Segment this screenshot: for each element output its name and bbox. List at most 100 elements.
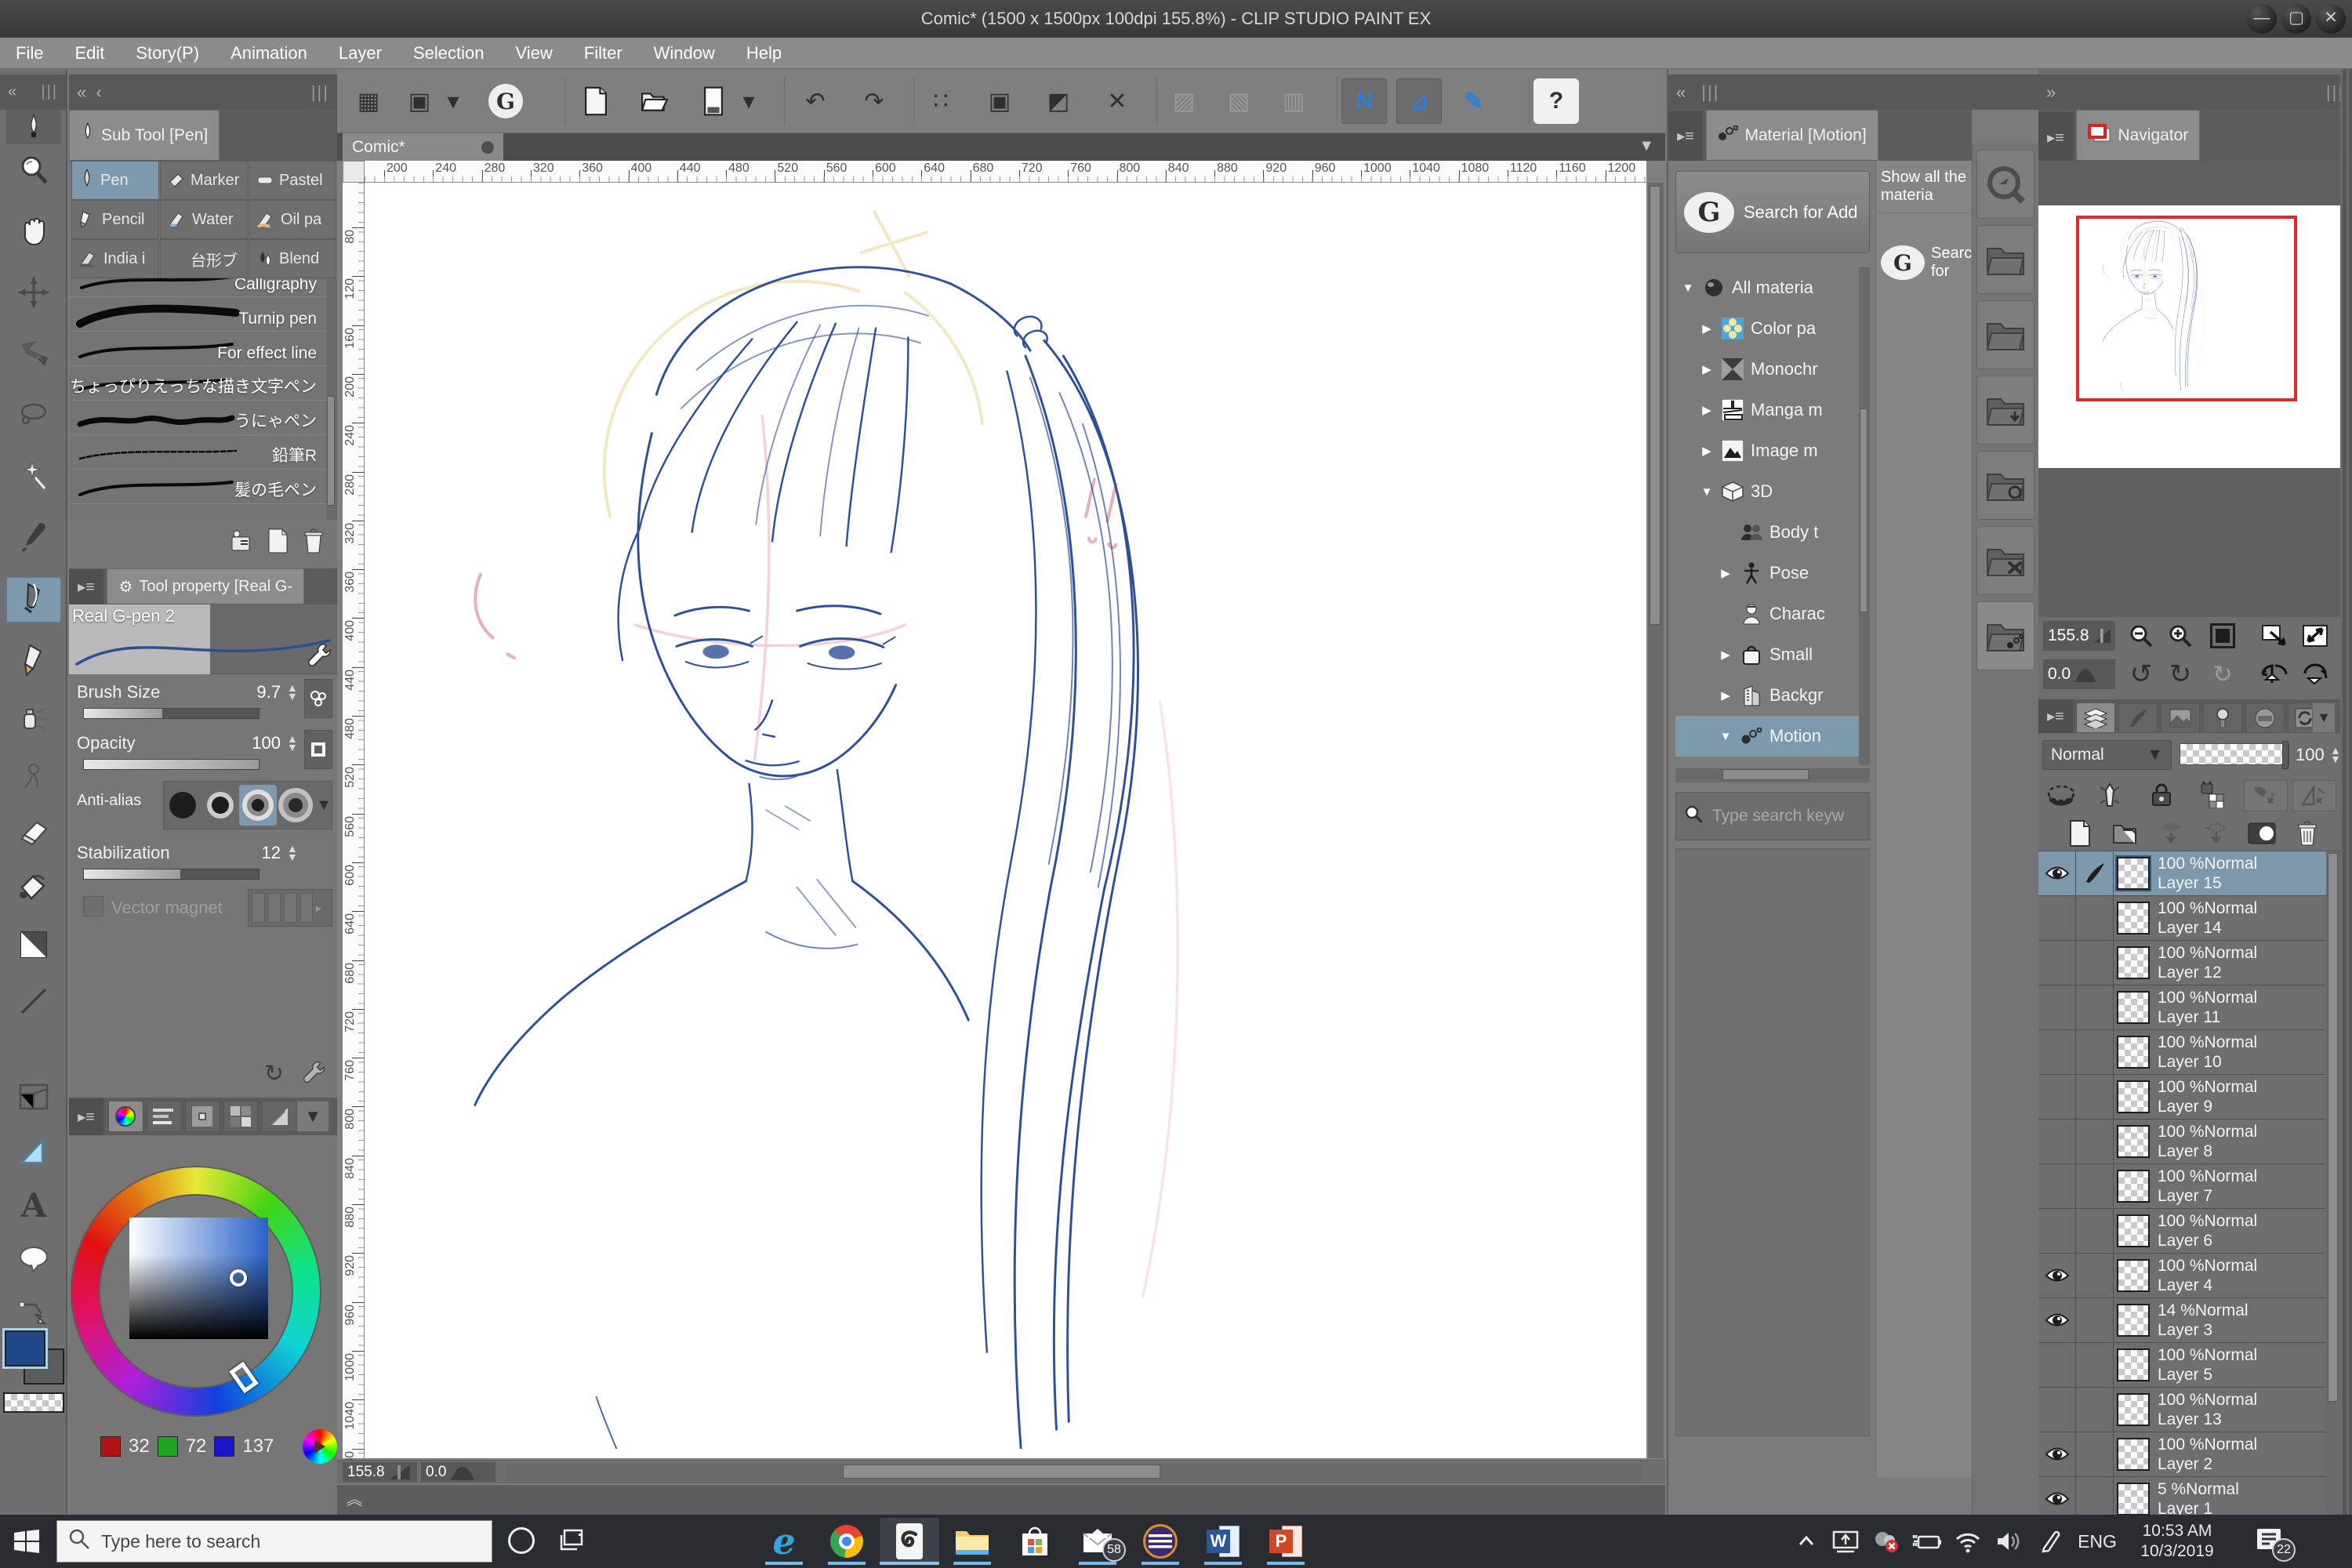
- brush-size-stepper[interactable]: ▲▼: [287, 684, 298, 701]
- material-list-item[interactable]: Show all the materia: [1876, 161, 1972, 213]
- new-subtool-icon[interactable]: [267, 528, 289, 557]
- chevron-right-icon[interactable]: ▶: [1718, 566, 1733, 580]
- layer-visibility-cell[interactable]: [2038, 1120, 2076, 1163]
- rotate-right-button[interactable]: ↻: [2162, 658, 2198, 691]
- material-tree-item[interactable]: Charac: [1675, 593, 1870, 634]
- stabilization-slider[interactable]: [83, 869, 260, 880]
- layer-visibility-cell[interactable]: [2038, 896, 2076, 940]
- folder-download-icon[interactable]: [1976, 376, 2034, 445]
- material-list-item[interactable]: G Search for: [1876, 213, 1972, 312]
- material-panel-menu[interactable]: ▸≡: [1668, 111, 1703, 161]
- open-clip-studio-icon[interactable]: G: [483, 78, 528, 124]
- undo-icon[interactable]: ↶: [793, 78, 838, 124]
- fit-to-navigator-button[interactable]: [2256, 619, 2292, 652]
- new-layer-folder-icon[interactable]: [2107, 817, 2143, 850]
- balloon-tool[interactable]: [6, 1237, 61, 1283]
- material-tree-item[interactable]: ▶Small: [1675, 634, 1870, 675]
- layer-thumbnail[interactable]: [2117, 1170, 2150, 1203]
- transparent-color-swatch[interactable]: [3, 1392, 64, 1413]
- panel-resize-gutter[interactable]: [2340, 69, 2352, 1515]
- tab-animation-cels[interactable]: [2161, 702, 2200, 733]
- vector-magnet-checkbox[interactable]: [83, 896, 103, 916]
- material-tree-item[interactable]: ▼All materia: [1675, 267, 1870, 308]
- flip-horizontal-button[interactable]: [2256, 658, 2292, 691]
- material-tree-item[interactable]: ▶Image m: [1675, 430, 1870, 471]
- maximize-button[interactable]: ▢: [2281, 4, 2311, 34]
- layer-visibility-cell[interactable]: [2038, 1164, 2076, 1208]
- gradient-tool[interactable]: [6, 922, 61, 967]
- brush-size-slider[interactable]: [83, 708, 260, 719]
- material-tree-item[interactable]: ▶Backgr: [1675, 675, 1870, 716]
- layer-visibility-cell[interactable]: [2038, 1432, 2076, 1476]
- tool-property-panel-menu[interactable]: ▸≡: [69, 569, 103, 604]
- layer-thumbnail[interactable]: [2117, 1259, 2150, 1292]
- subtool-category-2[interactable]: Marker: [160, 161, 248, 200]
- taskbar-app-csp[interactable]: [880, 1518, 939, 1565]
- brush-size-source-icon[interactable]: [304, 679, 332, 718]
- pen-item[interactable]: Calligraphy: [69, 278, 337, 297]
- airbrush-tool[interactable]: [6, 696, 61, 742]
- aa-weak[interactable]: [201, 785, 239, 826]
- layer-row[interactable]: 100 %NormalLayer 4: [2038, 1254, 2340, 1298]
- decoration-tool[interactable]: [6, 753, 61, 798]
- stabilization-stepper[interactable]: ▲▼: [287, 844, 298, 862]
- tool-palette-header[interactable]: «|||: [0, 74, 66, 110]
- color-panel-menu[interactable]: ▸≡: [69, 1098, 103, 1135]
- layer-visibility-cell[interactable]: [2038, 1298, 2076, 1342]
- tab-navigator[interactable]: Navigator: [2076, 110, 2200, 160]
- snap-special-ruler-icon[interactable]: ⊿: [1396, 78, 1442, 124]
- taskbar-search[interactable]: Type here to search: [56, 1520, 492, 1563]
- fit-to-screen-button[interactable]: [2205, 619, 2241, 652]
- layer-tabs-dropdown-icon[interactable]: ▼: [2312, 702, 2336, 733]
- tray-display-icon[interactable]: [1827, 1515, 1864, 1568]
- layer-thumbnail[interactable]: [2117, 946, 2150, 979]
- tray-pen-icon[interactable]: [2032, 1515, 2070, 1568]
- auto-select-tool[interactable]: [6, 453, 61, 499]
- layer-thumbnail[interactable]: [2117, 1036, 2150, 1069]
- eyedropper-tool[interactable]: [6, 514, 61, 560]
- taskbar-app-ppt[interactable]: P: [1256, 1518, 1316, 1565]
- figure-tool[interactable]: [6, 978, 61, 1024]
- close-button[interactable]: ✕: [2316, 4, 2346, 34]
- layer-thumbnail[interactable]: [2117, 1438, 2150, 1471]
- canvas-settings-dropdown-icon[interactable]: ▾: [430, 78, 476, 124]
- snap-ruler-icon[interactable]: N: [1341, 78, 1387, 124]
- taskbar-app-explorer[interactable]: [942, 1518, 1002, 1565]
- layer-row[interactable]: 100 %NormalLayer 11: [2038, 985, 2340, 1030]
- chevron-down-icon[interactable]: ▼: [1718, 730, 1733, 743]
- subtool-category-3[interactable]: Pastel: [249, 161, 336, 200]
- tab-color-history[interactable]: [261, 1101, 296, 1132]
- blend-mode-select[interactable]: Normal▼: [2042, 740, 2172, 770]
- menu-selection[interactable]: Selection: [413, 43, 485, 64]
- layer-visibility-cell[interactable]: [2038, 1030, 2076, 1074]
- tray-onedrive-error-icon[interactable]: [1867, 1515, 1905, 1568]
- folder-open-icon[interactable]: [1976, 225, 2034, 294]
- layer-visibility-cell[interactable]: [2038, 1477, 2076, 1515]
- select-layer-area-icon[interactable]: [2043, 779, 2079, 811]
- canvas-hscrollbar[interactable]: [506, 1464, 1642, 1481]
- ruler-visibility-icon[interactable]: [2292, 780, 2336, 811]
- tray-chevron-icon[interactable]: [1789, 1515, 1824, 1568]
- taskbar-app-chrome[interactable]: [817, 1518, 877, 1565]
- layer-opacity-value[interactable]: 100: [2296, 745, 2325, 765]
- opacity-source-icon[interactable]: [304, 730, 332, 769]
- cortana-button[interactable]: [508, 1527, 535, 1554]
- zoom-out-button[interactable]: [2123, 619, 2159, 652]
- material-tree-item[interactable]: ▼3D: [1675, 471, 1870, 512]
- lock-transparent-pixels-icon[interactable]: [2195, 779, 2231, 811]
- paint-bucket-tool[interactable]: [6, 866, 61, 911]
- deselect-icon[interactable]: ∷: [918, 78, 964, 124]
- menu-edit[interactable]: Edit: [74, 43, 104, 64]
- tab-subview[interactable]: [2245, 702, 2285, 733]
- new-raster-layer-icon[interactable]: [2062, 817, 2098, 850]
- material-tree-item[interactable]: ▶Color pa: [1675, 308, 1870, 349]
- help-icon[interactable]: ?: [1534, 78, 1579, 124]
- layer-visibility-cell[interactable]: [2038, 941, 2076, 985]
- taskbar-app-store[interactable]: [1005, 1518, 1065, 1565]
- layer-visibility-cell[interactable]: [2038, 985, 2076, 1029]
- layer-thumbnail[interactable]: [2117, 1393, 2150, 1426]
- layer-thumbnail[interactable]: [2117, 1080, 2150, 1113]
- color-mode-icon[interactable]: [303, 1429, 337, 1464]
- correct-line-tool[interactable]: [6, 1290, 61, 1336]
- material-tree-hscroll[interactable]: [1675, 768, 1870, 782]
